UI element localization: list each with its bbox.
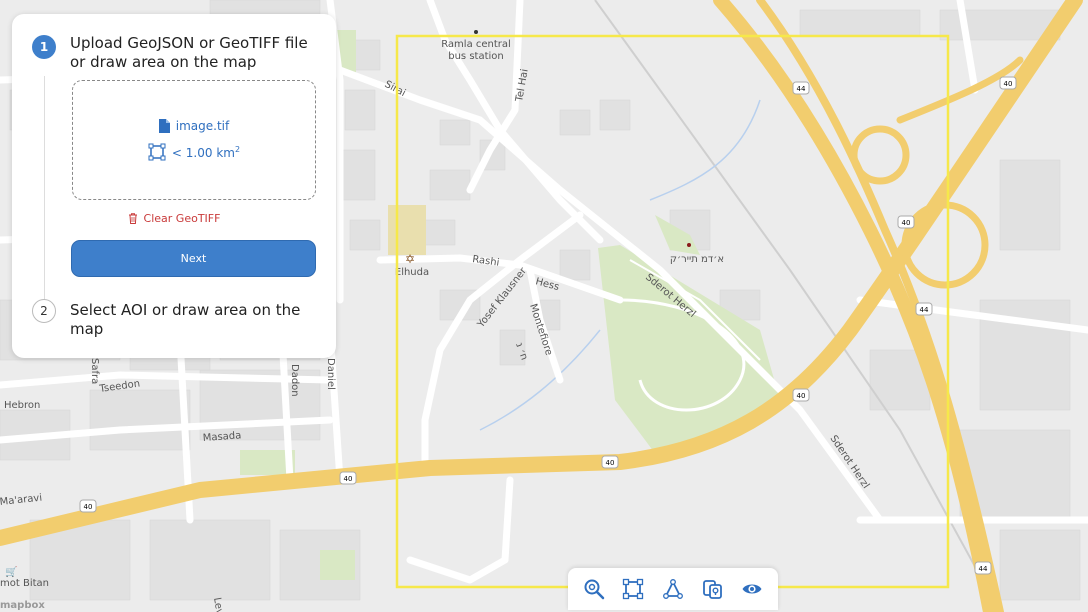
map-label: Safra [89,358,100,384]
trash-icon [128,213,137,224]
area-square-icon [148,143,166,161]
svg-text:40: 40 [902,219,911,227]
map-label: mot Bitan [0,578,49,589]
map-label: Elhuda [395,267,429,278]
visibility-icon [742,584,762,594]
area-size: < 1.00 km2 [73,143,315,161]
map-toolbar [568,568,778,610]
shop-icon: 🛒 [5,565,17,578]
clear-geotiff-button[interactable]: Clear GeoTIFF [12,212,336,225]
file-icon [158,119,170,133]
map-label: Hebron [4,400,40,411]
map-label: א׳דמ תייר׳ק [670,254,724,265]
clear-geotiff-label: Clear GeoTIFF [143,212,221,225]
uploaded-file: image.tif [73,119,315,133]
svg-text:40: 40 [797,392,806,400]
draw-rectangle-icon [623,578,644,600]
map-label: Daniel [325,358,336,390]
svg-text:40: 40 [1004,80,1013,88]
next-button[interactable]: Next [71,240,316,277]
svg-text:40: 40 [606,459,615,467]
workflow-panel: 1 Upload GeoJSON or GeoTIFF file or draw… [12,14,336,358]
file-name: image.tif [175,119,230,133]
mapbox-logo: mapbox [0,600,45,611]
draw-polygon-button[interactable] [658,574,688,604]
draw-polygon-icon [663,579,683,599]
map-label: bus station [448,51,504,62]
upload-file-icon [702,580,722,599]
map-label: Ramla central [441,39,511,50]
step-connector [44,76,45,308]
step-2-title: Select AOI or draw area on the map [70,301,301,338]
zoom-to-area-button[interactable] [579,574,609,604]
map-label: Dadon [289,364,300,397]
svg-text:44: 44 [920,306,929,314]
zoom-icon [584,579,605,600]
synagogue-icon: ✡ [405,252,415,266]
road-shield-44: 44 [797,85,806,93]
upload-file-button[interactable] [698,574,728,604]
road-shield-40: 40 [344,475,353,483]
svg-text:40: 40 [84,503,93,511]
step-1-number: 1 [32,35,56,59]
step-2-number: 2 [32,299,56,323]
svg-text:44: 44 [979,565,988,573]
draw-rectangle-button[interactable] [618,574,648,604]
toggle-visibility-button[interactable] [737,574,767,604]
file-dropzone[interactable]: image.tif < 1.00 km2 [72,80,316,200]
area-value: < 1.00 km2 [171,144,241,160]
step-1-title: Upload GeoJSON or GeoTIFF file or draw a… [70,34,308,71]
